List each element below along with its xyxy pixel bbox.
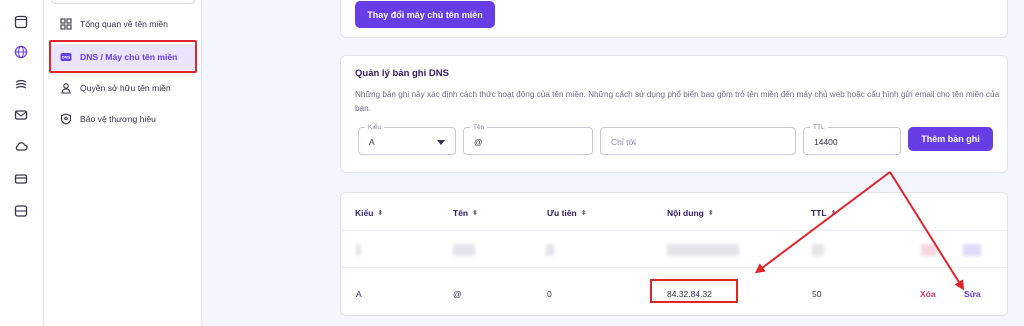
nameserver-card: Thay đổi máy chủ tên miền (340, 0, 1008, 38)
blurred-cell (812, 244, 824, 256)
column-header-ttl[interactable]: TTL ⬍ (811, 208, 836, 218)
card-icon[interactable] (14, 172, 28, 186)
cell-name: @ (453, 289, 462, 299)
sidebar-item-label: Bảo vệ thương hiệu (80, 114, 156, 124)
ttl-value: 14400 (814, 137, 838, 147)
sidebar-item-domain-ownership[interactable]: Quyền sở hữu tên miền (50, 75, 196, 101)
sidebar-top-edge (50, 0, 196, 4)
server-icon[interactable] (14, 204, 28, 218)
column-header-name[interactable]: Tên ⬍ (453, 208, 478, 218)
sort-icon: ⬍ (830, 210, 837, 217)
points-to-field[interactable]: Chỉ tới (600, 127, 796, 155)
highlight-box-content (650, 279, 738, 303)
record-type-select[interactable]: Kiểu A (358, 123, 456, 155)
sidebar-item-label: Tổng quan về tên miền (80, 19, 168, 29)
record-name-label: Tên (470, 123, 488, 132)
record-type-label: Kiểu (365, 123, 385, 132)
ttl-field[interactable]: TTL 14400 (803, 123, 901, 155)
sidebar-item-label: Quyền sở hữu tên miền (80, 83, 171, 93)
sidebar-item-brand-protection[interactable]: Bảo vệ thương hiệu (50, 106, 196, 132)
row-divider (341, 230, 1007, 231)
chevron-down-icon (437, 140, 445, 145)
cell-ttl: 50 (812, 289, 822, 299)
change-nameservers-button[interactable]: Thay đổi máy chủ tên miền (355, 1, 495, 28)
add-record-button[interactable]: Thêm bản ghi (908, 127, 993, 151)
user-icon (60, 82, 72, 94)
delete-record-button[interactable]: Xóa (920, 289, 936, 299)
sort-icon: ⬍ (707, 210, 714, 217)
sort-icon: ⬍ (472, 210, 478, 217)
dns-manager-title: Quản lý bản ghi DNS (355, 68, 449, 79)
sort-icon: ⬍ (580, 210, 587, 217)
record-type-value: A (369, 137, 375, 147)
icon-rail (0, 0, 44, 326)
cloud-icon[interactable] (14, 139, 28, 153)
cell-type: A (356, 289, 362, 299)
highlight-box-dns (49, 40, 197, 73)
blurred-cell (356, 244, 361, 256)
mail-icon[interactable] (14, 108, 28, 122)
window-icon[interactable] (14, 15, 28, 29)
sort-icon: ⬍ (377, 210, 384, 217)
record-name-field[interactable]: Tên @ (463, 123, 593, 155)
record-name-value: @ (474, 137, 483, 147)
dns-manager-description: Những bản ghi này xác định cách thức hoạ… (355, 90, 1000, 113)
blurred-edit-action (963, 244, 981, 256)
grid-icon (60, 18, 72, 30)
blurred-cell (546, 244, 554, 256)
globe-icon[interactable] (14, 45, 28, 59)
blurred-cell (453, 244, 475, 256)
edit-record-button[interactable]: Sửa (964, 289, 981, 299)
cell-priority: 0 (547, 289, 552, 299)
points-to-placeholder: Chỉ tới (611, 137, 636, 147)
blurred-cell (667, 244, 739, 256)
column-header-content[interactable]: Nội dung ⬍ (667, 208, 714, 218)
layers-icon[interactable] (14, 78, 28, 92)
shield-icon (60, 113, 72, 125)
ttl-label: TTL (810, 123, 828, 132)
sidebar-item-domain-overview[interactable]: Tổng quan về tên miền (50, 11, 196, 37)
blurred-delete-action (921, 244, 937, 256)
column-header-priority[interactable]: Ưu tiên ⬍ (547, 208, 587, 218)
row-divider (341, 267, 1007, 268)
dns-manager-card: Quản lý bản ghi DNS Những bản ghi này xá… (340, 55, 1008, 173)
column-header-type[interactable]: Kiểu ⬍ (355, 208, 383, 218)
